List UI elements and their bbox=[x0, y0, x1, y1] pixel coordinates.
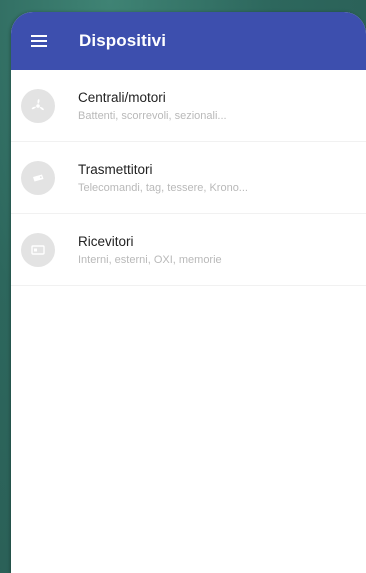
item-subtitle: Telecomandi, tag, tessere, Krono... bbox=[78, 181, 248, 194]
item-avatar bbox=[21, 232, 55, 267]
list-item-centrali-motori[interactable]: Centrali/motori Battenti, scorrevoli, se… bbox=[11, 70, 366, 142]
fan-icon bbox=[31, 98, 44, 110]
item-subtitle: Battenti, scorrevoli, sezionali... bbox=[78, 109, 227, 122]
item-texts: Trasmettitori Telecomandi, tag, tessere,… bbox=[78, 162, 248, 194]
item-title: Ricevitori bbox=[78, 233, 134, 249]
item-texts: Ricevitori Interni, esterni, OXI, memori… bbox=[78, 234, 222, 266]
remote-control-icon bbox=[33, 174, 44, 181]
list-item-trasmettitori[interactable]: Trasmettitori Telecomandi, tag, tessere,… bbox=[11, 142, 366, 214]
menu-button[interactable] bbox=[15, 17, 63, 65]
item-avatar bbox=[21, 160, 55, 195]
device-category-list: Centrali/motori Battenti, scorrevoli, se… bbox=[11, 70, 366, 286]
receiver-icon bbox=[31, 244, 45, 255]
hamburger-menu-icon bbox=[31, 35, 47, 47]
app-bar: Dispositivi bbox=[11, 12, 366, 70]
item-title: Trasmettitori bbox=[78, 161, 153, 177]
list-item-ricevitori[interactable]: Ricevitori Interni, esterni, OXI, memori… bbox=[11, 214, 366, 286]
page-title: Dispositivi bbox=[79, 31, 167, 50]
item-texts: Centrali/motori Battenti, scorrevoli, se… bbox=[78, 90, 227, 122]
item-title: Centrali/motori bbox=[78, 89, 166, 105]
item-subtitle: Interni, esterni, OXI, memorie bbox=[78, 253, 222, 266]
phone-screen: Dispositivi Centrali/motori Battenti, sc… bbox=[11, 12, 366, 573]
item-avatar bbox=[21, 88, 55, 123]
